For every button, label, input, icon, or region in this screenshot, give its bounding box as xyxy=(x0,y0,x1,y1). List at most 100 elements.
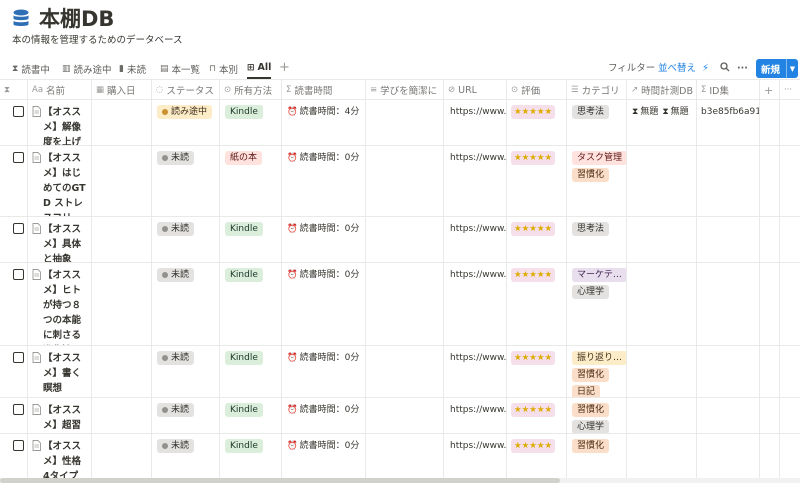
status-cell[interactable]: 未読 xyxy=(152,263,220,345)
url-link[interactable]: https://www.am xyxy=(450,151,506,165)
category-tag[interactable]: 心理学 xyxy=(572,285,610,299)
checkbox-cell[interactable] xyxy=(0,346,28,397)
name-cell[interactable]: 【オススメ】解像度を上げる xyxy=(28,100,92,145)
name-cell[interactable]: 【オススメ】具体と抽象 xyxy=(28,217,92,262)
url-cell[interactable]: https://www.am xyxy=(444,146,507,216)
view-tab-book-list[interactable]: ▤ 本一覧 xyxy=(160,58,200,79)
name-cell[interactable]: 【オススメ】書く瞑想 xyxy=(28,346,92,397)
status-badge[interactable]: 未読 xyxy=(157,403,195,417)
rating-cell[interactable]: ★ ★ ★ ★ ★ xyxy=(507,346,567,397)
url-link[interactable]: https://www.am xyxy=(450,222,506,236)
status-badge[interactable]: 未読 xyxy=(157,222,195,236)
url-cell[interactable]: https://www.am xyxy=(444,263,507,345)
add-view-icon[interactable]: + xyxy=(279,60,290,76)
col-header-time-db[interactable]: ↗ 時間計測DB xyxy=(627,80,697,100)
automation-bolt-icon[interactable]: ⚡ xyxy=(702,62,709,76)
status-cell[interactable]: 未読 xyxy=(152,434,220,479)
url-link[interactable]: https://www.am xyxy=(450,105,506,119)
time-db-cell[interactable] xyxy=(627,434,697,479)
category-tag[interactable]: 習慣化 xyxy=(572,439,610,453)
ownership-cell[interactable]: 紙の本 xyxy=(220,146,282,216)
status-cell[interactable]: 未読 xyxy=(152,398,220,433)
chevron-down-icon[interactable]: ▼ xyxy=(786,59,798,78)
purchase-date-cell[interactable] xyxy=(92,434,152,479)
book-name[interactable]: 【オススメ】書く瞑想 xyxy=(43,351,87,396)
category-tag[interactable]: 習慣化 xyxy=(572,368,610,382)
ownership-cell[interactable]: Kindle xyxy=(220,434,282,479)
learning-cell[interactable] xyxy=(366,146,444,216)
page-description[interactable]: 本の情報を管理するためのデータベース xyxy=(12,34,183,48)
rating-tag[interactable]: ★ ★ ★ ★ ★ xyxy=(511,222,556,236)
checkbox-cell[interactable] xyxy=(0,100,28,145)
status-cell[interactable]: 読み途中 xyxy=(152,100,220,145)
category-cell[interactable]: 思考法 xyxy=(567,217,627,262)
category-cell[interactable]: 思考法 xyxy=(567,100,627,145)
time-db-cell[interactable] xyxy=(627,263,697,345)
col-header-ownership[interactable]: ⊙ 所有方法 xyxy=(220,80,282,100)
row-checkbox[interactable] xyxy=(13,269,24,280)
purchase-date-cell[interactable] xyxy=(92,398,152,433)
name-cell[interactable]: 【オススメ】はじめてのGTD ストレスフリーの整理術 xyxy=(28,146,92,216)
url-cell[interactable]: https://www.am xyxy=(444,398,507,433)
row-checkbox[interactable] xyxy=(13,404,24,415)
learning-cell[interactable] xyxy=(366,100,444,145)
checkbox-cell[interactable] xyxy=(0,263,28,345)
view-tab-reading[interactable]: ⧗ 読書中 xyxy=(12,58,50,79)
status-badge[interactable]: 読み途中 xyxy=(157,105,213,119)
category-tag[interactable]: マーケテ… xyxy=(572,268,626,282)
scrollbar-thumb[interactable] xyxy=(0,478,560,483)
url-link[interactable]: https://www.am xyxy=(450,351,506,365)
row-checkbox[interactable] xyxy=(13,223,24,234)
purchase-date-cell[interactable] xyxy=(92,263,152,345)
horizontal-scrollbar[interactable] xyxy=(0,478,800,483)
time-db-cell[interactable] xyxy=(627,346,697,397)
view-tab-by-book[interactable]: ⊓ 本別 xyxy=(209,58,238,79)
status-badge[interactable]: 未読 xyxy=(157,268,195,282)
name-cell[interactable]: 【オススメ】ヒトが持つ８つの本能に刺さる 進化論マーケティング xyxy=(28,263,92,345)
col-header-category[interactable]: ☰ カテゴリ xyxy=(567,80,627,100)
status-cell[interactable]: 未読 xyxy=(152,346,220,397)
row-checkbox[interactable] xyxy=(13,106,24,117)
ownership-tag[interactable]: Kindle xyxy=(225,403,263,417)
rating-cell[interactable]: ★ ★ ★ ★ ★ xyxy=(507,100,567,145)
category-cell[interactable]: タスク管理 習慣化 xyxy=(567,146,627,216)
rating-cell[interactable]: ★ ★ ★ ★ ★ xyxy=(507,146,567,216)
ownership-tag[interactable]: 紙の本 xyxy=(225,151,263,165)
rating-tag[interactable]: ★ ★ ★ ★ ★ xyxy=(511,351,556,365)
book-name[interactable]: 【オススメ】はじめてのGTD ストレスフリーの整理術 xyxy=(43,151,87,216)
col-header-name[interactable]: Aa 名前 xyxy=(28,80,92,100)
book-name[interactable]: 【オススメ】超習慣術 xyxy=(43,403,87,433)
learning-cell[interactable] xyxy=(366,217,444,262)
col-header-timer[interactable]: ⧗ xyxy=(0,80,28,100)
status-cell[interactable]: 未読 xyxy=(152,217,220,262)
book-name[interactable]: 【オススメ】具体と抽象 xyxy=(43,222,87,262)
status-badge[interactable]: 未読 xyxy=(157,151,195,165)
category-tag[interactable]: 習慣化 xyxy=(572,403,610,417)
sort-button[interactable]: 並べ替え xyxy=(658,62,696,76)
url-link[interactable]: https://www.am xyxy=(450,439,506,453)
new-button[interactable]: 新規 ▼ xyxy=(756,59,798,78)
ownership-cell[interactable]: Kindle xyxy=(220,100,282,145)
learning-cell[interactable] xyxy=(366,434,444,479)
col-header-url[interactable]: ⊘ URL xyxy=(444,80,507,100)
rating-cell[interactable]: ★ ★ ★ ★ ★ xyxy=(507,434,567,479)
add-property-icon[interactable]: + xyxy=(760,80,780,100)
more-options-icon[interactable]: ··· xyxy=(737,62,748,76)
view-tab-partly-read[interactable]: ▥ 読み途中 xyxy=(62,58,112,79)
time-db-cell[interactable] xyxy=(627,217,697,262)
view-tab-all[interactable]: ⊞ All xyxy=(247,58,272,79)
book-name[interactable]: 【オススメ】性格4タイプ別 習慣術 xyxy=(43,439,87,479)
col-header-status[interactable]: ◌ ステータス xyxy=(152,80,220,100)
purchase-date-cell[interactable] xyxy=(92,146,152,216)
rating-tag[interactable]: ★ ★ ★ ★ ★ xyxy=(511,403,556,417)
time-db-cell[interactable]: ⧗ 無題 ⧗ 無題 xyxy=(627,100,697,145)
rating-cell[interactable]: ★ ★ ★ ★ ★ xyxy=(507,398,567,433)
view-tab-unread[interactable]: ▮ 未読 xyxy=(119,58,146,79)
category-cell[interactable]: マーケテ… 心理学 xyxy=(567,263,627,345)
url-cell[interactable]: https://www.am xyxy=(444,217,507,262)
rating-tag[interactable]: ★ ★ ★ ★ ★ xyxy=(511,105,556,119)
purchase-date-cell[interactable] xyxy=(92,100,152,145)
ownership-tag[interactable]: Kindle xyxy=(225,268,263,282)
row-checkbox[interactable] xyxy=(13,152,24,163)
col-header-id[interactable]: Σ ID集 xyxy=(697,80,760,100)
